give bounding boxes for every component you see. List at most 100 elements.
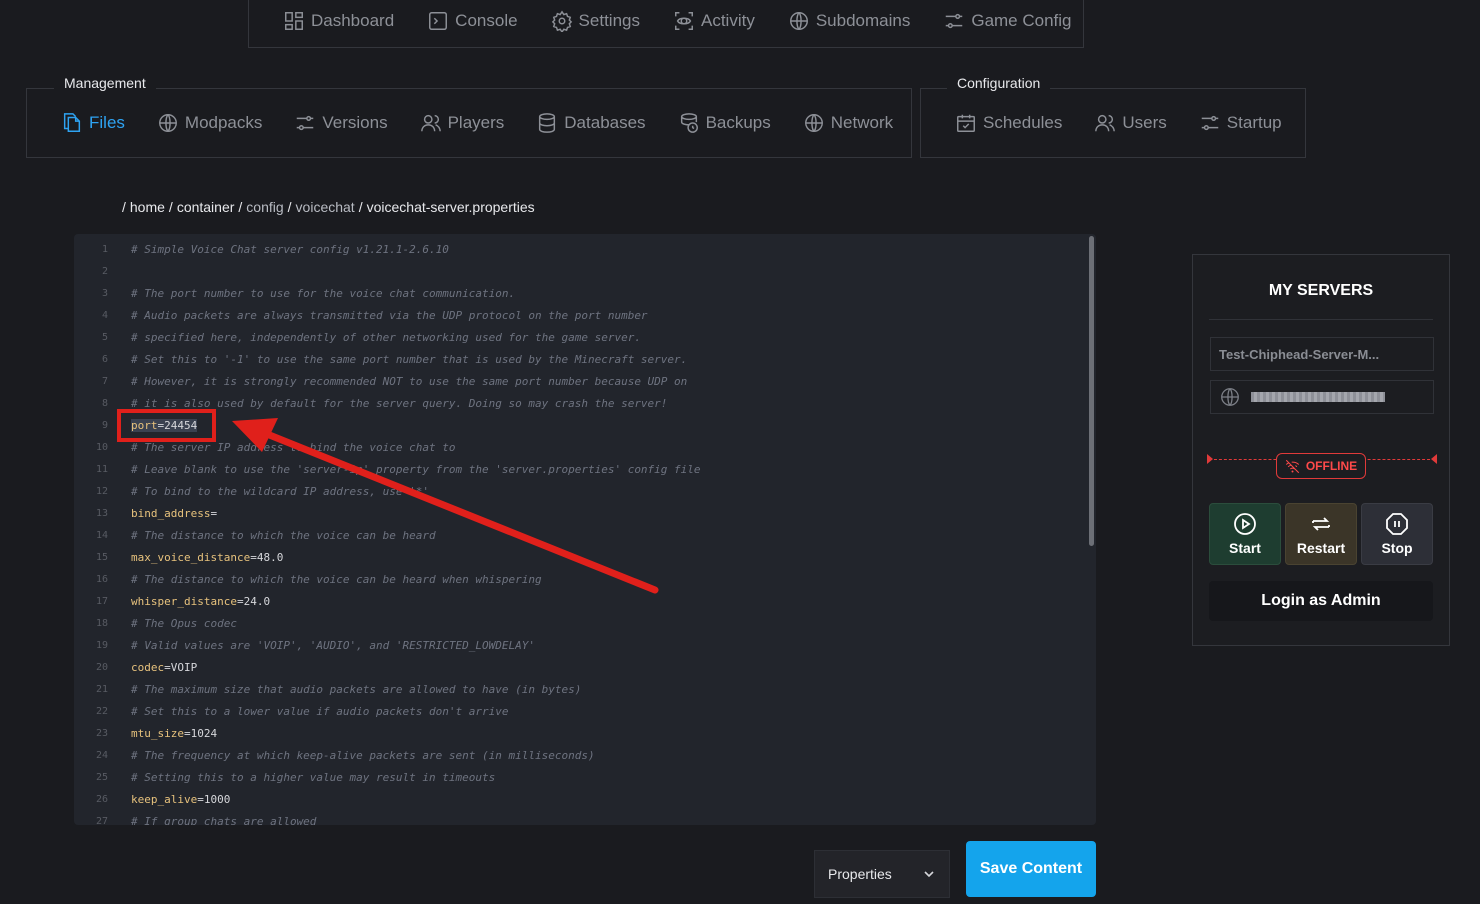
code-line[interactable]: 23 mtu_size=1024: [74, 722, 1096, 744]
line-content: # The frequency at which keep-alive pack…: [131, 748, 595, 762]
globe-icon: [158, 114, 177, 132]
code-line[interactable]: 1 # Simple Voice Chat server config v1.21…: [74, 238, 1096, 260]
my-servers-panel: MY SERVERS Test-Chiphead-Server-M... OFF…: [1192, 254, 1450, 646]
line-number: 16: [95, 573, 108, 585]
play-icon: [1234, 513, 1256, 535]
code-line[interactable]: 5 # specified here, independently of othe…: [74, 326, 1096, 348]
line-number: 12: [95, 485, 108, 497]
globe-icon: [804, 114, 823, 132]
line-content: # Simple Voice Chat server config v1.21.…: [131, 242, 449, 256]
configuration-label: Configuration: [947, 75, 1051, 91]
nav-backups[interactable]: Backups: [678, 112, 771, 134]
nav-dashboard[interactable]: Dashboard: [283, 10, 394, 32]
nav-users[interactable]: Users: [1094, 112, 1167, 134]
code-line[interactable]: 11 # Leave blank to use the 'server-ip' p…: [74, 458, 1096, 480]
code-editor[interactable]: 1 # Simple Voice Chat server config v1.21…: [74, 234, 1096, 825]
code-line[interactable]: 8 # it is also used by default for the se…: [74, 392, 1096, 414]
code-line[interactable]: 17 whisper_distance=24.0: [74, 590, 1096, 612]
code-line[interactable]: 3 # The port number to use for the voice …: [74, 282, 1096, 304]
sliders-icon: [1201, 115, 1219, 131]
mode-select[interactable]: Properties: [814, 850, 950, 898]
equals-sign: =: [250, 550, 257, 564]
stop-button[interactable]: Stop: [1361, 503, 1433, 565]
code-line[interactable]: 14 # The distance to which the voice can …: [74, 524, 1096, 546]
globe-icon: [1221, 388, 1239, 406]
line-number: 10: [95, 441, 108, 453]
code-line[interactable]: 6 # Set this to '-1' to use the same port…: [74, 348, 1096, 370]
server-name-field[interactable]: Test-Chiphead-Server-M...: [1210, 337, 1434, 371]
line-content: # The distance to which the voice can be…: [131, 572, 542, 586]
nav-players[interactable]: Players: [420, 112, 505, 134]
nav-databases[interactable]: Databases: [536, 112, 646, 134]
line-number: 15: [95, 551, 108, 563]
restart-button[interactable]: Restart: [1285, 503, 1357, 565]
code-line[interactable]: 22 # Set this to a lower value if audio p…: [74, 700, 1096, 722]
code-line[interactable]: 21 # The maximum size that audio packets …: [74, 678, 1096, 700]
login-as-admin-button[interactable]: Login as Admin: [1209, 581, 1433, 621]
code-line[interactable]: 19 # Valid values are 'VOIP', 'AUDIO', an…: [74, 634, 1096, 656]
nav-versions[interactable]: Versions: [294, 112, 388, 134]
line-content: max_voice_distance=48.0: [131, 551, 283, 564]
code-line[interactable]: 25 # Setting this to a higher value may r…: [74, 766, 1096, 788]
file-icon: [63, 113, 81, 132]
code-line[interactable]: 4 # Audio packets are always transmitted …: [74, 304, 1096, 326]
nav-network[interactable]: Network: [803, 112, 893, 134]
code-line[interactable]: 9 port=24454: [74, 414, 1096, 436]
nav-game-config[interactable]: Game Config: [943, 10, 1072, 32]
line-content: # Audio packets are always transmitted v…: [131, 308, 648, 322]
pause-icon: [1386, 513, 1408, 535]
nav-activity[interactable]: Activity: [673, 10, 755, 32]
property-value: 24.0: [243, 594, 271, 608]
line-number: 23: [95, 727, 108, 739]
property-key: codec: [131, 660, 165, 674]
stop-label: Stop: [1381, 540, 1413, 556]
divider: [1209, 319, 1433, 320]
breadcrumb: / home / container / config / voicechat …: [122, 199, 535, 215]
breadcrumb-container[interactable]: container: [177, 199, 235, 215]
globe-icon: [789, 12, 808, 30]
code-line[interactable]: 10 # The server IP address to bind the vo…: [74, 436, 1096, 458]
code-line[interactable]: 26 keep_alive=1000: [74, 788, 1096, 810]
code-line[interactable]: 15 max_voice_distance=48.0: [74, 546, 1096, 568]
nav-label: Players: [447, 113, 505, 132]
nav-files[interactable]: Files: [61, 112, 125, 134]
line-content: bind_address=: [131, 507, 217, 520]
line-content: # specified here, independently of other…: [131, 330, 641, 344]
nav-label: Settings: [578, 11, 640, 30]
nav-startup[interactable]: Startup: [1199, 112, 1282, 134]
code-line[interactable]: 27 # If group chats are allowed: [74, 810, 1096, 826]
code-line[interactable]: 13 bind_address=: [74, 502, 1096, 524]
nav-modpacks[interactable]: Modpacks: [157, 112, 262, 134]
property-key: max_voice_distance: [131, 550, 251, 564]
management-label: Management: [54, 75, 156, 91]
line-content: # The port number to use for the voice c…: [131, 286, 516, 300]
start-button[interactable]: Start: [1209, 503, 1281, 565]
property-value: 48.0: [256, 550, 284, 564]
code-line[interactable]: 20 codec=VOIP: [74, 656, 1096, 678]
code-line[interactable]: 7 # However, it is strongly recommended N…: [74, 370, 1096, 392]
code-line[interactable]: 24 # The frequency at which keep-alive pa…: [74, 744, 1096, 766]
line-number: 6: [101, 353, 108, 365]
line-number: 8: [101, 397, 108, 409]
code-line[interactable]: 18 # The Opus codec: [74, 612, 1096, 634]
nav-schedules[interactable]: Schedules: [955, 112, 1062, 134]
management-nav: Files Modpacks Versions Players Database…: [26, 88, 912, 158]
save-content-button[interactable]: Save Content: [966, 841, 1096, 897]
breadcrumb-home[interactable]: home: [130, 199, 165, 215]
code-line[interactable]: 2: [74, 260, 1096, 282]
code-line[interactable]: 16 # The distance to which the voice can …: [74, 568, 1096, 590]
breadcrumb-config[interactable]: config: [246, 199, 283, 215]
code-line[interactable]: 12 # To bind to the wildcard IP address, …: [74, 480, 1096, 502]
server-ip-field[interactable]: [1210, 380, 1434, 414]
line-content: # Valid values are 'VOIP', 'AUDIO', and …: [131, 638, 535, 652]
breadcrumb-voicechat[interactable]: voicechat: [296, 199, 355, 215]
nav-subdomains[interactable]: Subdomains: [788, 10, 910, 32]
line-content: whisper_distance=24.0: [131, 595, 270, 608]
property-key: keep_alive: [131, 792, 198, 806]
nav-console[interactable]: Console: [427, 10, 518, 32]
activity-icon: [675, 12, 693, 30]
nav-settings[interactable]: Settings: [551, 10, 640, 32]
line-number: 27: [95, 815, 108, 826]
users-icon: [1095, 114, 1116, 132]
dashboard-icon: [285, 12, 303, 30]
